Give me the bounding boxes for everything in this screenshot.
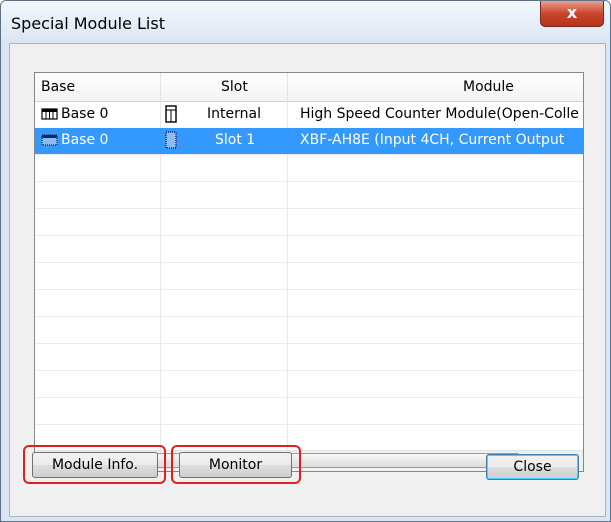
base-cell: Base 0 <box>61 106 109 122</box>
title-bar[interactable]: Special Module List x <box>1 1 610 43</box>
monitor-button[interactable]: Monitor <box>179 452 292 478</box>
base-icon <box>41 108 58 120</box>
dialog-body: Base Slot Module Base 0 Internal High Sp… <box>9 43 606 517</box>
table-row[interactable]: Base 0 Slot 1 XBF-AH8E (Input 4CH, Curre… <box>35 128 583 154</box>
column-header-base[interactable]: Base <box>41 79 75 95</box>
slot-icon <box>165 131 177 149</box>
special-module-list-dialog: Special Module List x Base Slot Module B… <box>0 0 611 522</box>
base-icon <box>41 134 58 146</box>
module-cell: High Speed Counter Module(Open-Colle <box>300 106 579 122</box>
base-cell: Base 0 <box>61 132 109 148</box>
slot-icon <box>165 105 177 123</box>
close-button[interactable]: Close <box>486 454 579 480</box>
dialog-title: Special Module List <box>11 14 165 33</box>
module-list[interactable]: Base Slot Module Base 0 Internal High Sp… <box>34 72 584 472</box>
list-header: Base Slot Module <box>35 73 583 102</box>
column-header-module[interactable]: Module <box>463 79 514 95</box>
slot-cell: Slot 1 <box>215 132 256 148</box>
table-row[interactable]: Base 0 Internal High Speed Counter Modul… <box>35 102 583 128</box>
column-header-slot[interactable]: Slot <box>221 79 248 95</box>
slot-cell: Internal <box>207 106 261 122</box>
module-info-button[interactable]: Module Info. <box>32 452 158 478</box>
module-cell: XBF-AH8E (Input 4CH, Current Output <box>300 132 565 148</box>
close-window-button[interactable]: x <box>540 1 604 27</box>
